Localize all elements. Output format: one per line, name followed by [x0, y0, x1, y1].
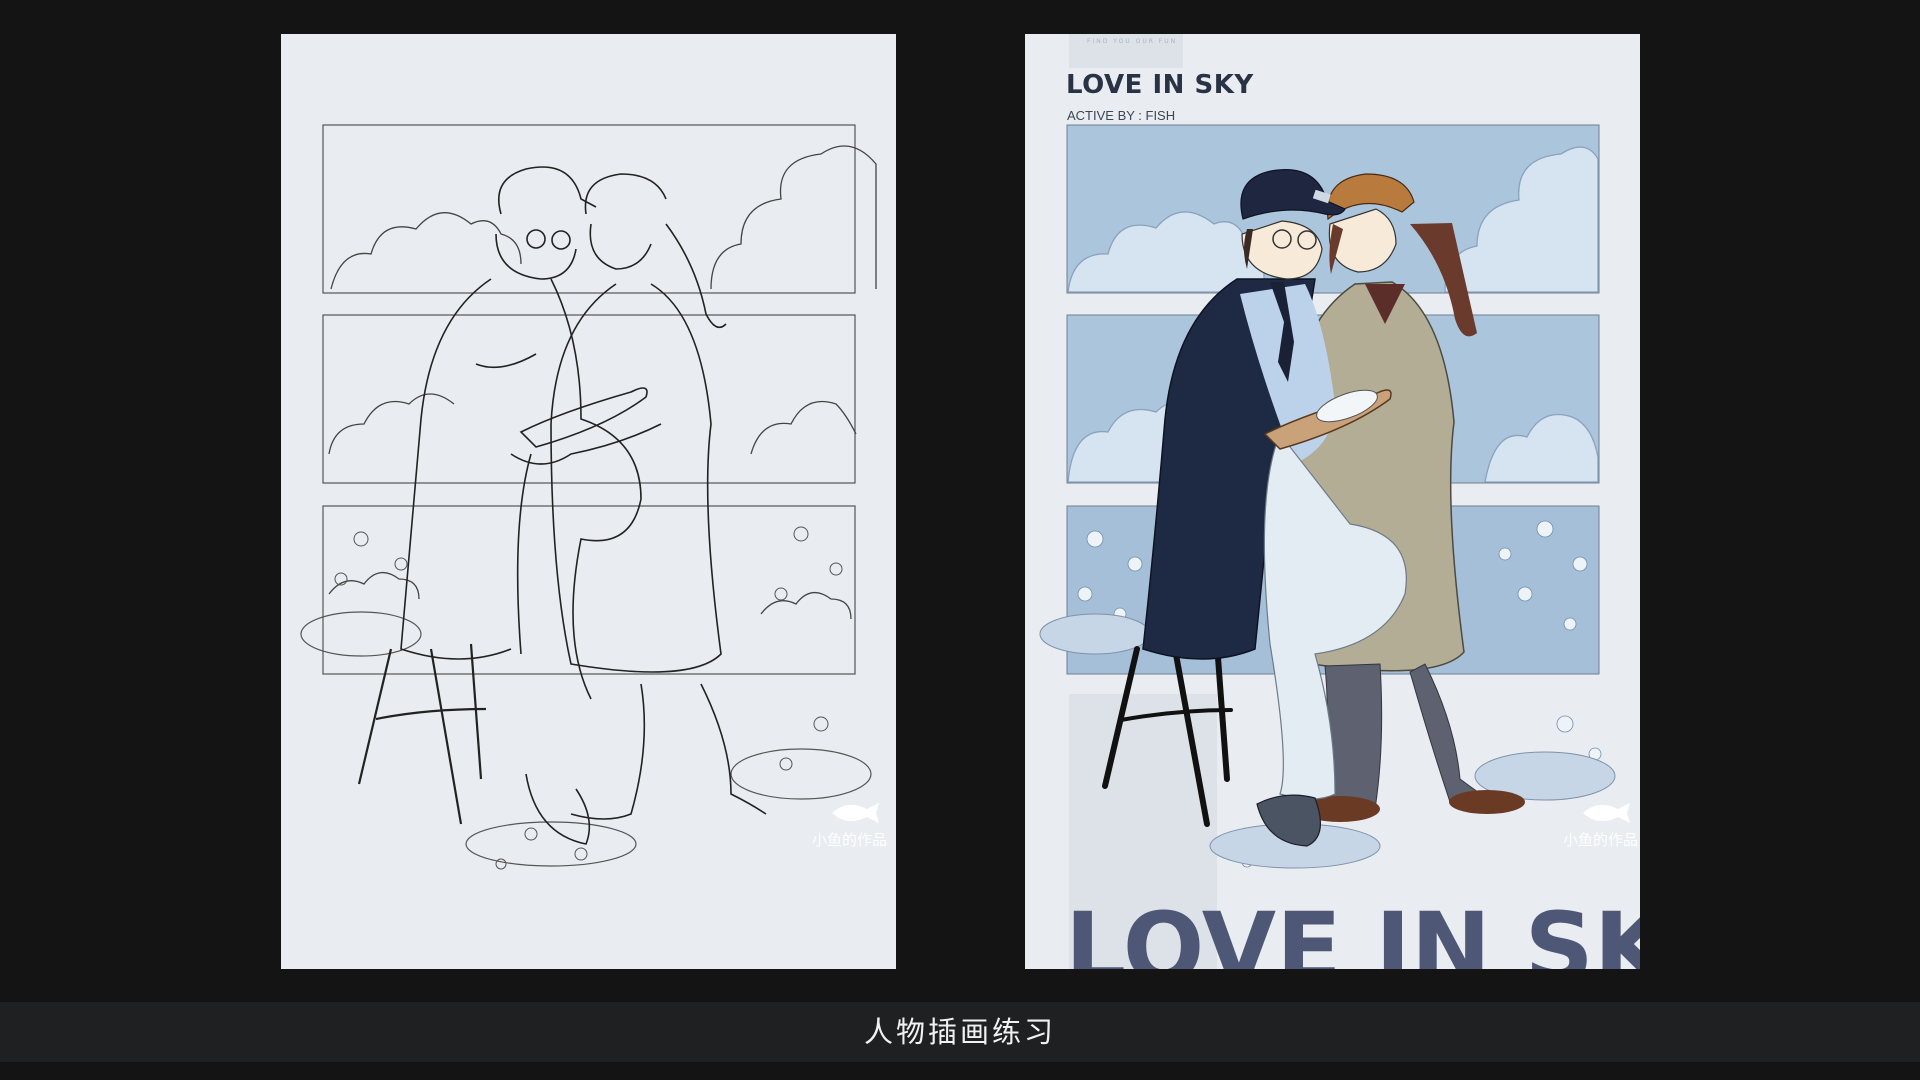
- sketch-clouds: [328, 145, 877, 620]
- poster-title: LOVE IN SKY: [1066, 70, 1254, 100]
- colored-illustration: [1039, 124, 1616, 969]
- sketch-girl: [550, 173, 767, 820]
- caption-bar: 人物插画练习: [0, 1002, 1920, 1062]
- sketch-frame-middle: [322, 314, 856, 484]
- poster-big-title: LOVE IN SKY: [1065, 892, 1640, 969]
- colored-poster-panel: FIND YOU OUR FUN LOVE IN SKY ACTIVE BY :…: [1025, 34, 1640, 969]
- sketch-frame-top: [322, 124, 856, 294]
- sketch-illustration: [300, 124, 877, 870]
- fish-logo-icon: [832, 803, 879, 823]
- fish-logo-icon: [1583, 803, 1630, 823]
- watermark-text: 小鱼的作品: [812, 831, 888, 849]
- watermark-text: 小鱼的作品: [1563, 831, 1639, 849]
- caption-text: 人物插画练习: [863, 1015, 1056, 1049]
- poster-credit: ACTIVE BY : FISH: [1067, 108, 1176, 123]
- sketch-artwork-panel: 小鱼的作品: [281, 34, 896, 969]
- sketch-stool: [357, 643, 487, 825]
- poster-tagline: FIND YOU OUR FUN: [1087, 38, 1178, 45]
